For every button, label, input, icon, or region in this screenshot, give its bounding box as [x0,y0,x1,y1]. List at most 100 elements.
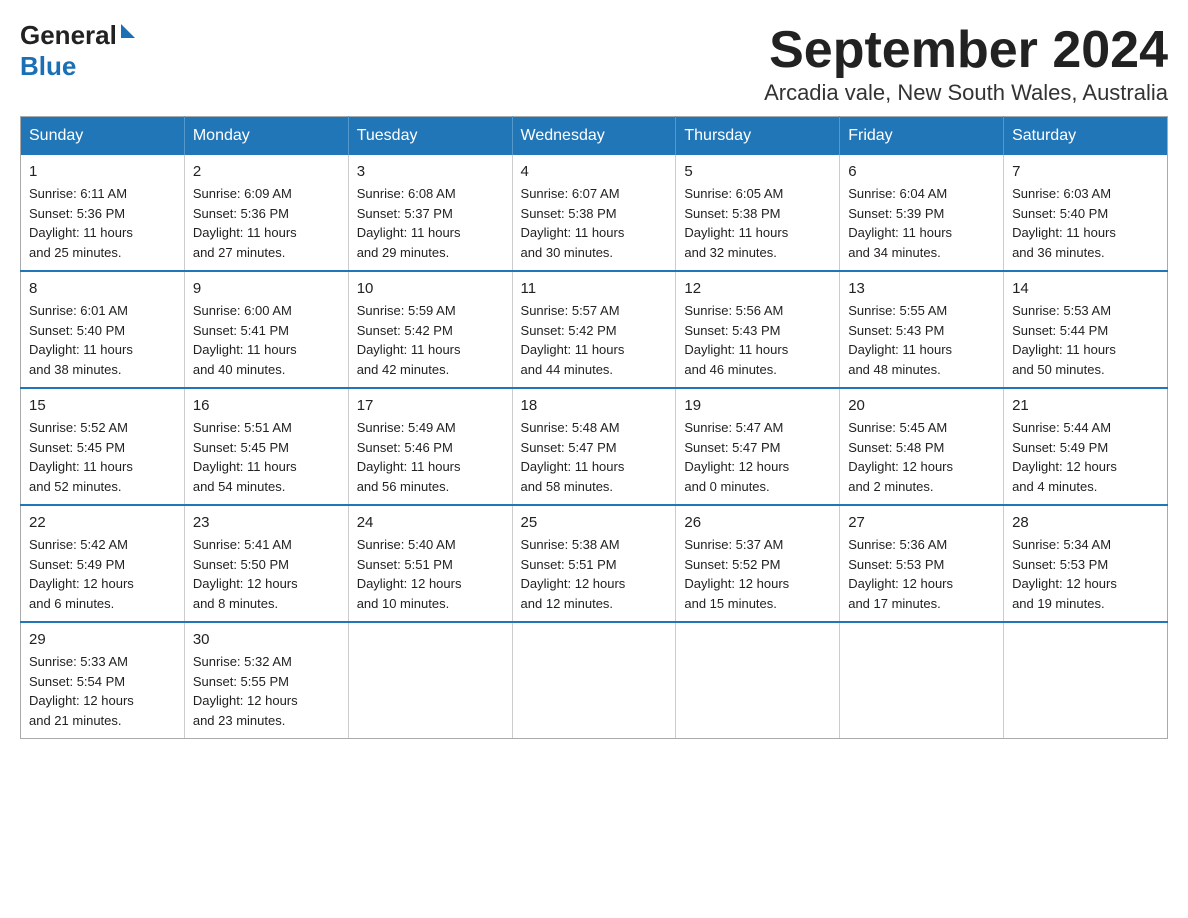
day-info: Sunrise: 6:01 AMSunset: 5:40 PMDaylight:… [29,301,176,379]
calendar-subtitle: Arcadia vale, New South Wales, Australia [764,80,1168,106]
calendar-day-cell: 21 Sunrise: 5:44 AMSunset: 5:49 PMDaylig… [1004,388,1168,505]
day-number: 16 [193,397,340,414]
calendar-table: SundayMondayTuesdayWednesdayThursdayFrid… [20,116,1168,739]
calendar-day-cell: 19 Sunrise: 5:47 AMSunset: 5:47 PMDaylig… [676,388,840,505]
day-info: Sunrise: 5:52 AMSunset: 5:45 PMDaylight:… [29,418,176,496]
calendar-day-cell: 16 Sunrise: 5:51 AMSunset: 5:45 PMDaylig… [184,388,348,505]
calendar-day-header: Monday [184,117,348,156]
calendar-week-row: 29 Sunrise: 5:33 AMSunset: 5:54 PMDaylig… [21,622,1168,739]
day-number: 19 [684,397,831,414]
calendar-day-header: Tuesday [348,117,512,156]
calendar-day-cell: 28 Sunrise: 5:34 AMSunset: 5:53 PMDaylig… [1004,505,1168,622]
day-info: Sunrise: 5:40 AMSunset: 5:51 PMDaylight:… [357,535,504,613]
day-number: 12 [684,280,831,297]
day-info: Sunrise: 5:51 AMSunset: 5:45 PMDaylight:… [193,418,340,496]
calendar-day-header: Thursday [676,117,840,156]
calendar-day-header: Wednesday [512,117,676,156]
calendar-day-cell: 2 Sunrise: 6:09 AMSunset: 5:36 PMDayligh… [184,155,348,271]
calendar-day-cell [840,622,1004,739]
calendar-day-cell: 5 Sunrise: 6:05 AMSunset: 5:38 PMDayligh… [676,155,840,271]
calendar-day-header: Friday [840,117,1004,156]
calendar-day-cell [676,622,840,739]
day-info: Sunrise: 5:49 AMSunset: 5:46 PMDaylight:… [357,418,504,496]
day-info: Sunrise: 5:45 AMSunset: 5:48 PMDaylight:… [848,418,995,496]
calendar-day-cell: 4 Sunrise: 6:07 AMSunset: 5:38 PMDayligh… [512,155,676,271]
calendar-day-cell: 7 Sunrise: 6:03 AMSunset: 5:40 PMDayligh… [1004,155,1168,271]
day-number: 20 [848,397,995,414]
logo-triangle-icon [121,24,135,38]
day-number: 17 [357,397,504,414]
calendar-day-cell: 14 Sunrise: 5:53 AMSunset: 5:44 PMDaylig… [1004,271,1168,388]
day-number: 25 [521,514,668,531]
calendar-body: 1 Sunrise: 6:11 AMSunset: 5:36 PMDayligh… [21,155,1168,739]
day-number: 2 [193,163,340,180]
calendar-day-cell: 30 Sunrise: 5:32 AMSunset: 5:55 PMDaylig… [184,622,348,739]
day-info: Sunrise: 6:08 AMSunset: 5:37 PMDaylight:… [357,184,504,262]
calendar-day-cell: 12 Sunrise: 5:56 AMSunset: 5:43 PMDaylig… [676,271,840,388]
day-number: 28 [1012,514,1159,531]
day-number: 15 [29,397,176,414]
day-info: Sunrise: 5:53 AMSunset: 5:44 PMDaylight:… [1012,301,1159,379]
day-number: 11 [521,280,668,297]
day-number: 14 [1012,280,1159,297]
calendar-day-cell: 29 Sunrise: 5:33 AMSunset: 5:54 PMDaylig… [21,622,185,739]
calendar-day-cell: 6 Sunrise: 6:04 AMSunset: 5:39 PMDayligh… [840,155,1004,271]
day-info: Sunrise: 6:07 AMSunset: 5:38 PMDaylight:… [521,184,668,262]
calendar-day-cell: 1 Sunrise: 6:11 AMSunset: 5:36 PMDayligh… [21,155,185,271]
day-number: 1 [29,163,176,180]
logo-general: General [20,20,117,51]
day-info: Sunrise: 5:47 AMSunset: 5:47 PMDaylight:… [684,418,831,496]
calendar-day-cell: 23 Sunrise: 5:41 AMSunset: 5:50 PMDaylig… [184,505,348,622]
calendar-day-cell: 25 Sunrise: 5:38 AMSunset: 5:51 PMDaylig… [512,505,676,622]
calendar-day-cell: 17 Sunrise: 5:49 AMSunset: 5:46 PMDaylig… [348,388,512,505]
day-number: 22 [29,514,176,531]
calendar-day-cell: 15 Sunrise: 5:52 AMSunset: 5:45 PMDaylig… [21,388,185,505]
calendar-day-header: Saturday [1004,117,1168,156]
day-info: Sunrise: 5:37 AMSunset: 5:52 PMDaylight:… [684,535,831,613]
calendar-day-cell: 26 Sunrise: 5:37 AMSunset: 5:52 PMDaylig… [676,505,840,622]
day-number: 21 [1012,397,1159,414]
day-number: 24 [357,514,504,531]
day-info: Sunrise: 5:41 AMSunset: 5:50 PMDaylight:… [193,535,340,613]
calendar-title-block: September 2024 Arcadia vale, New South W… [764,20,1168,106]
calendar-day-cell: 9 Sunrise: 6:00 AMSunset: 5:41 PMDayligh… [184,271,348,388]
day-number: 5 [684,163,831,180]
day-info: Sunrise: 5:44 AMSunset: 5:49 PMDaylight:… [1012,418,1159,496]
day-info: Sunrise: 6:00 AMSunset: 5:41 PMDaylight:… [193,301,340,379]
day-number: 29 [29,631,176,648]
calendar-day-cell [512,622,676,739]
calendar-title: September 2024 [764,20,1168,80]
day-number: 4 [521,163,668,180]
day-info: Sunrise: 6:03 AMSunset: 5:40 PMDaylight:… [1012,184,1159,262]
calendar-day-cell: 10 Sunrise: 5:59 AMSunset: 5:42 PMDaylig… [348,271,512,388]
logo: General Blue [20,20,135,82]
calendar-day-cell: 18 Sunrise: 5:48 AMSunset: 5:47 PMDaylig… [512,388,676,505]
day-info: Sunrise: 6:05 AMSunset: 5:38 PMDaylight:… [684,184,831,262]
day-info: Sunrise: 5:56 AMSunset: 5:43 PMDaylight:… [684,301,831,379]
day-info: Sunrise: 6:04 AMSunset: 5:39 PMDaylight:… [848,184,995,262]
day-info: Sunrise: 5:33 AMSunset: 5:54 PMDaylight:… [29,652,176,730]
calendar-week-row: 8 Sunrise: 6:01 AMSunset: 5:40 PMDayligh… [21,271,1168,388]
calendar-day-cell [1004,622,1168,739]
day-info: Sunrise: 5:42 AMSunset: 5:49 PMDaylight:… [29,535,176,613]
day-info: Sunrise: 5:57 AMSunset: 5:42 PMDaylight:… [521,301,668,379]
calendar-day-header: Sunday [21,117,185,156]
day-info: Sunrise: 5:38 AMSunset: 5:51 PMDaylight:… [521,535,668,613]
day-number: 7 [1012,163,1159,180]
logo-blue: Blue [20,51,76,81]
calendar-week-row: 22 Sunrise: 5:42 AMSunset: 5:49 PMDaylig… [21,505,1168,622]
day-number: 9 [193,280,340,297]
calendar-week-row: 1 Sunrise: 6:11 AMSunset: 5:36 PMDayligh… [21,155,1168,271]
day-number: 6 [848,163,995,180]
calendar-day-cell [348,622,512,739]
day-number: 23 [193,514,340,531]
calendar-week-row: 15 Sunrise: 5:52 AMSunset: 5:45 PMDaylig… [21,388,1168,505]
day-info: Sunrise: 5:32 AMSunset: 5:55 PMDaylight:… [193,652,340,730]
day-number: 26 [684,514,831,531]
day-info: Sunrise: 5:55 AMSunset: 5:43 PMDaylight:… [848,301,995,379]
day-info: Sunrise: 6:11 AMSunset: 5:36 PMDaylight:… [29,184,176,262]
calendar-day-cell: 27 Sunrise: 5:36 AMSunset: 5:53 PMDaylig… [840,505,1004,622]
calendar-header-row: SundayMondayTuesdayWednesdayThursdayFrid… [21,117,1168,156]
day-number: 27 [848,514,995,531]
day-number: 8 [29,280,176,297]
